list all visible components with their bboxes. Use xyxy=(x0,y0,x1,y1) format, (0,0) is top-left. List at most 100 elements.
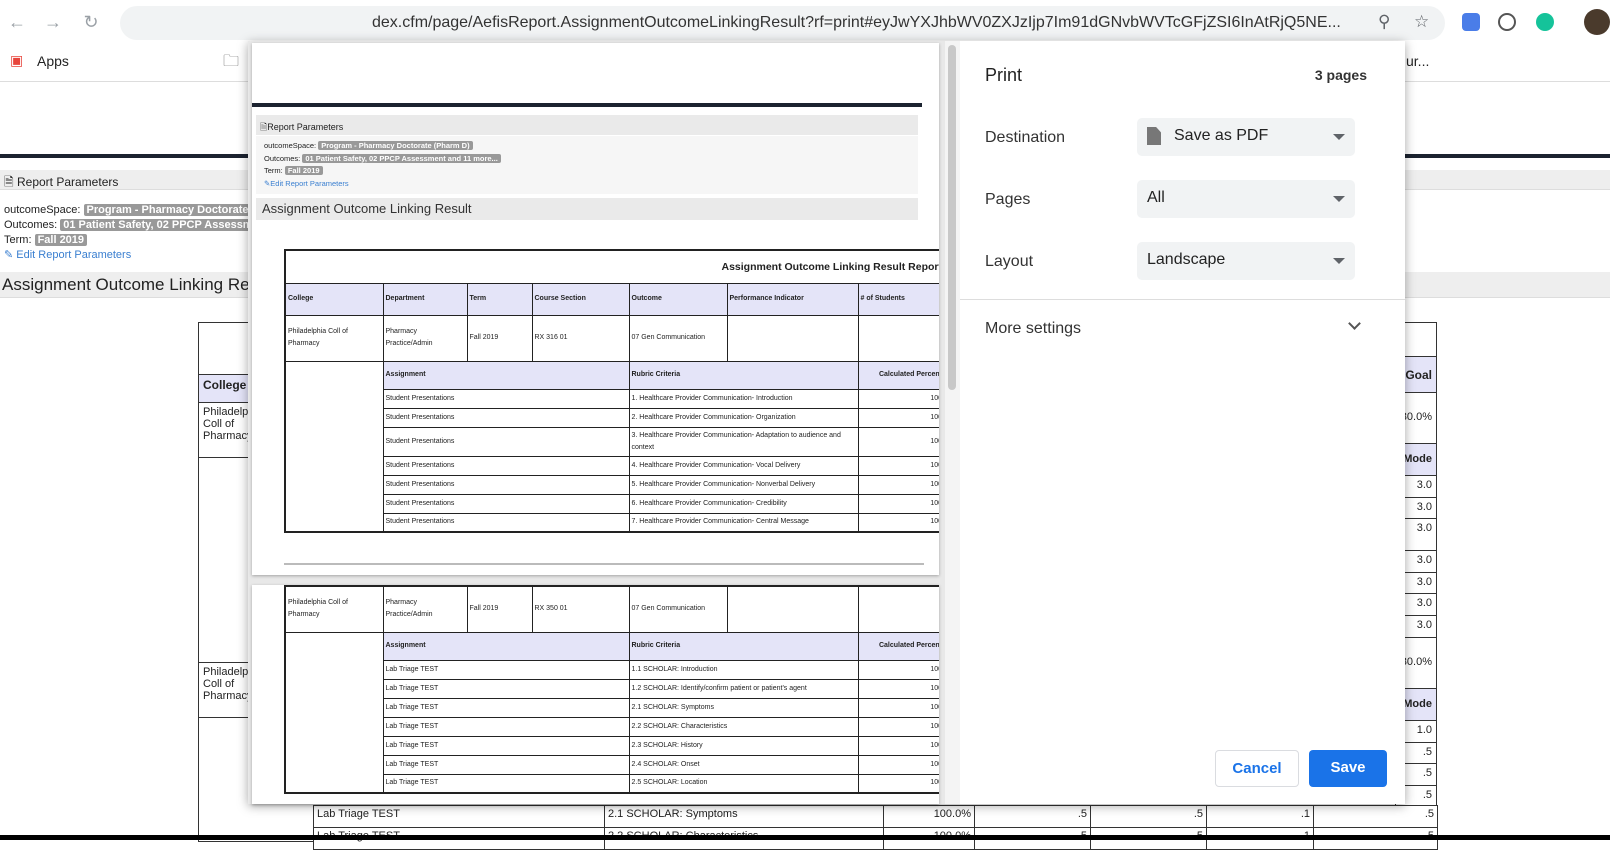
forward-icon[interactable]: → xyxy=(42,12,64,33)
preview-subheader: Calculated Percent xyxy=(857,631,939,661)
preview-item-row: Lab Triage TEST 1.2 SCHOLAR: Identify/con… xyxy=(285,678,939,699)
preview-cell xyxy=(726,585,859,633)
preview-spacer-cell xyxy=(284,360,384,533)
scrollbar-thumb[interactable] xyxy=(948,45,956,390)
extension-icon[interactable] xyxy=(1498,13,1516,31)
rubric-criteria-cell: 2. Healthcare Provider Communication- Or… xyxy=(628,407,859,428)
preview-outcome-space-badge: Program - Pharmacy Doctorate (Pharm D) xyxy=(318,141,473,150)
preview-scrollbar[interactable] xyxy=(945,41,960,804)
bookmark-item[interactable]: ur... xyxy=(1406,53,1429,69)
preview-report-parameters-bar: 🗎Report Parameters xyxy=(256,115,918,135)
calculated-percent-cell: 100 xyxy=(857,659,939,680)
calculated-percent-cell: 100 xyxy=(857,426,939,457)
folder-icon[interactable]: 🗀 xyxy=(223,50,239,77)
back-icon[interactable]: ← xyxy=(6,12,28,33)
preview-edit-link: Edit Report Parameters xyxy=(270,178,349,188)
preview-main-row: Philadelphia Coll of Pharmacy Pharmacy Pr… xyxy=(284,314,939,362)
preview-main-row: Philadelphia Coll of Pharmacy Pharmacy Pr… xyxy=(284,585,939,633)
assignment-cell: Lab Triage TEST xyxy=(382,716,630,737)
preview-column-header: Performance Indicator xyxy=(726,282,859,316)
preview-subheader: Assignment xyxy=(382,360,630,390)
apps-bookmark[interactable]: Apps xyxy=(37,53,69,69)
calculated-percent-cell: 100 xyxy=(857,678,939,699)
outcomes-label: Outcomes: xyxy=(4,219,58,231)
preview-heading: Assignment Outcome Linking Result xyxy=(256,198,918,220)
preview-cell xyxy=(726,314,859,362)
assignment-cell: Student Presentations xyxy=(382,474,630,495)
rubric-criteria-cell: 2.1 SCHOLAR: Symptoms xyxy=(628,697,859,718)
preview-column-header: # of Students xyxy=(857,282,939,316)
bg-bottom-cell: 2.1 SCHOLAR: Symptoms xyxy=(604,805,884,828)
preview-page-1: 🗎Report Parameters outcomeSpace: Program… xyxy=(252,43,939,575)
preview-subheader: Rubric Criteria xyxy=(628,360,859,390)
cancel-button[interactable]: Cancel xyxy=(1215,750,1299,787)
apps-icon[interactable]: ▣ xyxy=(10,52,23,69)
page-count: 3 pages xyxy=(1314,67,1367,83)
rubric-criteria-cell: 2.5 SCHOLAR: Location xyxy=(628,773,859,794)
assignment-cell: Student Presentations xyxy=(382,388,630,409)
print-title: Print xyxy=(985,65,1023,85)
pages-select[interactable]: All xyxy=(1137,180,1355,218)
preview-outcomes-badge: 01 Patient Safety, 02 PPCP Assessment an… xyxy=(302,153,501,163)
preview-item-row: Student Presentations 4. Healthcare Provi… xyxy=(285,455,939,476)
rubric-criteria-cell: 1.2 SCHOLAR: Identify/confirm patient or… xyxy=(628,678,859,699)
assignment-cell: Student Presentations xyxy=(382,426,630,457)
profile-avatar[interactable] xyxy=(1584,9,1610,35)
calculated-percent-cell: 100 xyxy=(857,773,939,794)
rubric-criteria-cell: 3. Healthcare Provider Communication- Ad… xyxy=(628,426,859,457)
layout-value: Landscape xyxy=(1147,251,1226,268)
chevron-down-icon xyxy=(1348,317,1361,330)
preview-header-rule xyxy=(252,103,922,107)
calculated-percent-cell: 100 xyxy=(857,407,939,428)
video-extension-icon[interactable] xyxy=(1462,13,1480,31)
bg-bottom-cell: .5 xyxy=(1090,805,1207,828)
term-label: Term: xyxy=(4,234,32,246)
preview-spacer-cell xyxy=(284,631,384,794)
zoom-icon[interactable]: ⚲ xyxy=(1378,12,1390,32)
rubric-criteria-cell: 2.2 SCHOLAR: Characteristics xyxy=(628,716,859,737)
preview-item-row: Lab Triage TEST2.5 SCHOLAR: Location100 xyxy=(285,773,939,794)
preview-item-row: Student Presentations 2. Healthcare Provi… xyxy=(285,407,939,428)
rubric-criteria-cell: 2.4 SCHOLAR: Onset xyxy=(628,754,859,775)
calculated-percent-cell: 100 xyxy=(857,716,939,737)
preview-column-header: Outcome xyxy=(628,282,728,316)
rubric-criteria-cell: 7. Healthcare Provider Communication- Ce… xyxy=(628,512,859,533)
print-dialog: 🗎Report Parameters outcomeSpace: Program… xyxy=(248,41,1405,804)
report-parameters-title: Report Parameters xyxy=(16,175,119,189)
preview-item-row: Lab Triage TEST2.1 SCHOLAR: Symptoms100 xyxy=(285,697,939,718)
assignment-cell: Lab Triage TEST xyxy=(382,735,630,756)
rubric-criteria-cell: 1. Healthcare Provider Communication- In… xyxy=(628,388,859,409)
reload-icon[interactable]: ↻ xyxy=(80,12,102,33)
file-icon xyxy=(1147,127,1161,145)
preview-outcomes-label: Outcomes: xyxy=(264,153,301,163)
calculated-percent-cell: 100 xyxy=(857,512,939,533)
assignment-cell: Student Presentations xyxy=(382,455,630,476)
browser-toolbar: ← → ↻ dex.cfm/page/AefisReport.Assignmen… xyxy=(0,0,1610,44)
preview-cell: Fall 2019 xyxy=(466,585,533,633)
url-text[interactable]: dex.cfm/page/AefisReport.AssignmentOutco… xyxy=(372,14,1341,32)
caret-down-icon xyxy=(1333,196,1345,202)
preview-column-header: Term xyxy=(466,282,533,316)
bg-bottom-cell: .5 xyxy=(974,805,1091,828)
preview-cell: 07 Gen Communication xyxy=(628,314,728,362)
calculated-percent-cell: 100 xyxy=(857,754,939,775)
rubric-criteria-cell: 6. Healthcare Provider Communication- Cr… xyxy=(628,493,859,514)
grammarly-icon[interactable] xyxy=(1536,13,1554,31)
pages-label: Pages xyxy=(985,191,1031,208)
save-button[interactable]: Save xyxy=(1309,750,1387,787)
divider xyxy=(960,299,1405,300)
preview-cell: RX 350 01 xyxy=(531,585,630,633)
layout-select[interactable]: Landscape xyxy=(1137,242,1355,280)
assignment-cell: Student Presentations xyxy=(382,407,630,428)
more-settings-toggle[interactable]: More settings xyxy=(960,311,1405,347)
preview-item-row: Student Presentations 6. Healthcare Provi… xyxy=(285,493,939,514)
bg-bottom-cell: Lab Triage TEST xyxy=(313,805,605,828)
rubric-criteria-cell: 4. Healthcare Provider Communication- Vo… xyxy=(628,455,859,476)
outcome-space-label: outcomeSpace: xyxy=(4,204,81,216)
preview-page-2: Philadelphia Coll of Pharmacy Pharmacy Pr… xyxy=(252,585,939,804)
star-icon[interactable]: ☆ xyxy=(1414,12,1429,32)
destination-select[interactable]: Save as PDF xyxy=(1137,118,1355,156)
preview-item-row: Student Presentations 1. Healthcare Provi… xyxy=(285,388,939,409)
assignment-cell: Lab Triage TEST xyxy=(382,754,630,775)
assignment-cell: Lab Triage TEST xyxy=(382,659,630,680)
